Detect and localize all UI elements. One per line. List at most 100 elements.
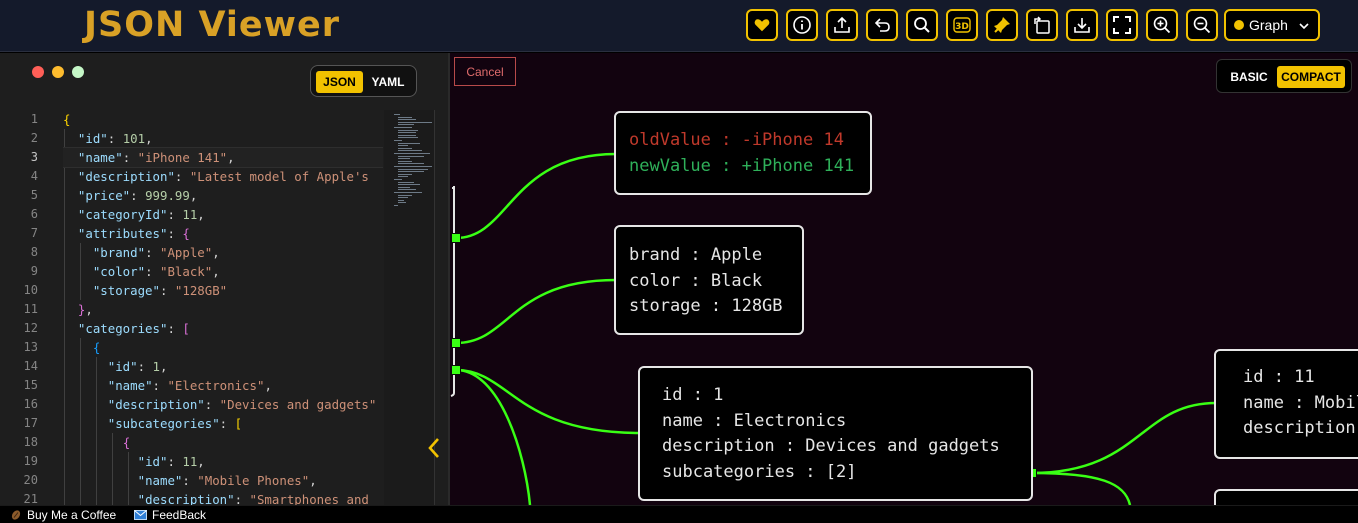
subcategory-node-2[interactable] — [1214, 489, 1358, 505]
minimap-line — [394, 179, 402, 180]
heart-button[interactable] — [746, 9, 778, 41]
code-line[interactable]: "id": 101, — [63, 129, 383, 148]
code-line[interactable]: "description": "Latest model of Apple's — [63, 167, 383, 186]
minimap-line — [398, 171, 424, 173]
minimap-line — [398, 116, 412, 118]
fullscreen-button[interactable] — [1106, 9, 1138, 41]
upload-button[interactable] — [826, 9, 858, 41]
code-line[interactable]: }, — [63, 300, 383, 319]
node-field: id : 11 — [1243, 367, 1315, 387]
cancel-button[interactable]: Cancel — [454, 57, 516, 86]
code-line[interactable]: "description": "Smartphones and — [63, 490, 383, 505]
code-line[interactable]: { — [63, 433, 383, 452]
app-logo: JSON Viewer — [84, 5, 340, 45]
heart-icon — [753, 18, 771, 33]
buy-coffee-link[interactable]: Buy Me a Coffee — [10, 508, 116, 522]
rotate-icon — [1034, 16, 1050, 34]
code-line[interactable]: "color": "Black", — [63, 262, 383, 281]
category-node[interactable]: id : 1 name : Electronics description : … — [638, 366, 1033, 501]
line-number: 1 — [30, 112, 38, 126]
search-button[interactable] — [906, 9, 938, 41]
connector-port[interactable] — [451, 233, 461, 243]
line-number: 20 — [23, 473, 38, 487]
minimap-line — [398, 168, 428, 170]
line-number: 21 — [23, 492, 38, 505]
line-number: 17 — [23, 416, 38, 430]
node-field: name : Electronics — [662, 410, 847, 431]
basic-mode-button[interactable]: BASIC — [1223, 66, 1275, 88]
compact-mode-button[interactable]: COMPACT — [1277, 66, 1345, 88]
info-button[interactable] — [786, 9, 818, 41]
node-field: description : Smartphones and — [1243, 418, 1358, 438]
code-line[interactable]: "name": "Electronics", — [63, 376, 383, 395]
code-line[interactable]: "brand": "Apple", — [63, 243, 383, 262]
collapse-panel-icon[interactable] — [427, 437, 441, 459]
code-line[interactable]: { — [63, 338, 383, 357]
line-number: 18 — [23, 435, 38, 449]
minimap-line — [398, 142, 420, 144]
code-line[interactable]: "categoryId": 11, — [63, 205, 383, 224]
diff-node[interactable]: oldValue : -iPhone 14 newValue : +iPhone… — [614, 111, 872, 195]
zoom-out-icon — [1193, 16, 1211, 34]
3d-button[interactable]: 3D — [946, 9, 978, 41]
code-line[interactable]: "name": "Mobile Phones", — [63, 471, 383, 490]
minimap-line — [398, 199, 404, 201]
minimap-line — [398, 189, 416, 191]
coffee-icon — [11, 510, 21, 520]
code-line[interactable]: "categories": [ — [63, 319, 383, 338]
code-editor[interactable]: JSON YAML 1 2 3 4 5 6 7 8 9 10 11 12 13 … — [0, 53, 448, 505]
code-line[interactable]: "storage": "128GB" — [63, 281, 383, 300]
code-line[interactable]: "description": "Devices and gadgets" — [63, 395, 383, 414]
minimap-line — [398, 176, 408, 178]
chevron-down-icon — [1299, 23, 1309, 30]
app-footer: Buy Me a Coffee FeedBack — [0, 505, 1358, 523]
line-number: 14 — [23, 359, 38, 373]
line-number: 3 — [30, 150, 38, 164]
zoom-in-button[interactable] — [1146, 9, 1178, 41]
line-number: 8 — [30, 245, 38, 259]
connector-port[interactable] — [451, 338, 461, 348]
edge — [455, 368, 532, 505]
node-field: description : Devices and gadgets — [662, 436, 1000, 456]
minimap-line — [394, 166, 432, 167]
graph-canvas[interactable]: Cancel BASIC COMPACT oldValue : -iPhone … — [448, 53, 1358, 505]
subcategory-node[interactable]: id : 11 name : Mobile Phones description… — [1214, 349, 1358, 459]
minimap-line — [398, 121, 432, 123]
code-lines[interactable]: { "id": 101, "name": "iPhone 141", "desc… — [63, 110, 383, 505]
minimap-line — [398, 132, 416, 134]
edge — [455, 152, 617, 240]
feedback-label: FeedBack — [152, 508, 207, 522]
attributes-node[interactable]: brand : Apple color : Black storage : 12… — [614, 225, 804, 335]
node-field: storage : 128GB — [629, 296, 783, 316]
view-select[interactable]: Graph — [1224, 9, 1320, 41]
undo-button[interactable] — [866, 9, 898, 41]
upload-icon — [834, 16, 850, 33]
code-line[interactable]: "name": "iPhone 141", — [63, 147, 383, 168]
minimap-line — [398, 197, 408, 199]
fullscreen-icon — [1113, 16, 1131, 34]
minimap-line — [398, 173, 412, 175]
code-line[interactable]: "id": 1, — [63, 357, 383, 376]
pin-icon — [994, 17, 1010, 33]
node-field: name : Mobile Phones — [1243, 392, 1358, 413]
minimap-line — [394, 114, 400, 115]
node-field: newValue : +iPhone 141 — [629, 155, 855, 176]
code-line[interactable]: "price": 999.99, — [63, 186, 383, 205]
minimap-line — [398, 194, 412, 196]
download-button[interactable] — [1066, 9, 1098, 41]
info-icon — [793, 16, 811, 34]
pin-button[interactable] — [986, 9, 1018, 41]
connector-port[interactable] — [451, 365, 461, 375]
svg-text:3D: 3D — [955, 22, 969, 32]
code-line[interactable]: "subcategories": [ — [63, 414, 383, 433]
code-line[interactable]: "attributes": { — [63, 224, 383, 243]
minimap-line — [394, 205, 398, 206]
code-line[interactable]: "id": 11, — [63, 452, 383, 471]
format-json-button[interactable]: JSON — [316, 71, 363, 93]
zoom-out-button[interactable] — [1186, 9, 1218, 41]
edge — [455, 278, 617, 345]
feedback-link[interactable]: FeedBack — [134, 508, 206, 522]
rotate-button[interactable] — [1026, 9, 1058, 41]
format-yaml-button[interactable]: YAML — [367, 71, 409, 93]
code-line[interactable]: { — [63, 110, 383, 129]
